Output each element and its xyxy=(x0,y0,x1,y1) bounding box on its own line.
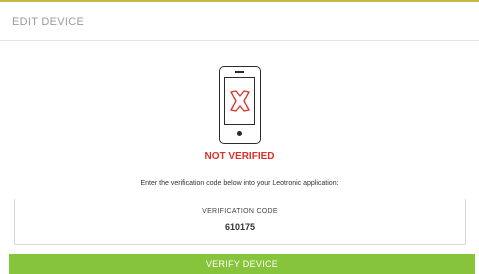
verification-status: NOT VERIFIED xyxy=(204,151,275,162)
phone-not-verified-icon xyxy=(219,66,261,144)
verify-device-button[interactable]: VERIFY DEVICE xyxy=(9,254,475,274)
header: EDIT DEVICE xyxy=(0,2,479,41)
x-icon xyxy=(230,90,250,112)
page-title: EDIT DEVICE xyxy=(12,16,85,28)
verification-code-box: VERIFICATION CODE 610175 xyxy=(14,199,466,245)
phone-home-button xyxy=(237,131,242,136)
phone-screen xyxy=(224,77,255,125)
verification-instruction: Enter the verification code below into y… xyxy=(140,180,339,187)
verification-code-value: 610175 xyxy=(224,222,256,232)
verification-code-label: VERIFICATION CODE xyxy=(202,208,278,215)
phone-speaker xyxy=(235,71,244,73)
